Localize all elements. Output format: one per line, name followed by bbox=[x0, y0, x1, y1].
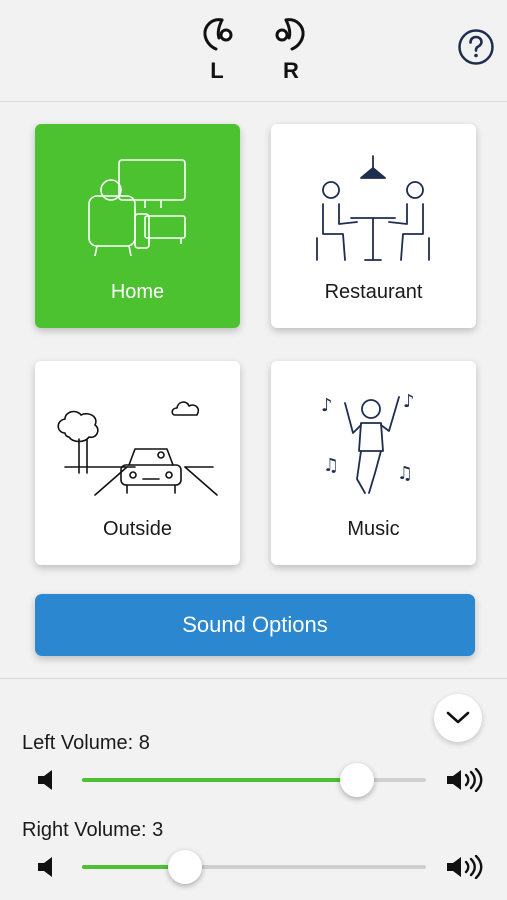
svg-text:♪: ♪ bbox=[321, 395, 333, 416]
collapse-volume-button[interactable] bbox=[434, 694, 482, 742]
svg-text:♫: ♫ bbox=[397, 463, 413, 484]
program-label-outside: Outside bbox=[103, 518, 172, 540]
svg-text:♪: ♪ bbox=[403, 391, 415, 412]
program-tile-music[interactable]: ♪ ♪ ♫ ♫ Music bbox=[271, 361, 476, 565]
program-tile-outside[interactable]: Outside bbox=[35, 361, 240, 565]
left-ear-label: L bbox=[210, 58, 224, 83]
left-ear-button[interactable]: L bbox=[195, 14, 239, 84]
divider bbox=[0, 678, 507, 679]
left-hearing-aid-icon bbox=[203, 18, 233, 51]
home-tv-sofa-icon bbox=[88, 159, 186, 257]
help-button[interactable] bbox=[457, 28, 495, 66]
volume-max-icon[interactable] bbox=[445, 768, 485, 792]
car-road-icon bbox=[57, 401, 218, 496]
svg-text:♫: ♫ bbox=[323, 455, 339, 476]
volume-mute-icon[interactable] bbox=[36, 855, 58, 879]
program-label-music: Music bbox=[347, 518, 400, 540]
program-tile-restaurant[interactable]: Restaurant bbox=[271, 124, 476, 328]
volume-max-icon[interactable] bbox=[445, 855, 485, 879]
music-notes: ♪ ♪ ♫ ♫ bbox=[321, 391, 415, 484]
right-volume-thumb[interactable] bbox=[168, 850, 203, 884]
sound-options-button[interactable]: Sound Options bbox=[35, 594, 475, 656]
right-hearing-aid-icon bbox=[275, 18, 305, 51]
left-volume-slider[interactable] bbox=[82, 763, 426, 797]
right-volume-row bbox=[0, 847, 507, 887]
left-volume-row bbox=[0, 760, 507, 800]
right-volume-slider[interactable] bbox=[82, 850, 426, 884]
left-volume-label: Left Volume: 8 bbox=[22, 732, 150, 754]
help-circle-icon bbox=[458, 29, 494, 65]
left-volume-thumb[interactable] bbox=[340, 763, 375, 797]
right-ear-button[interactable]: R bbox=[269, 14, 313, 84]
program-label-home: Home bbox=[110, 281, 165, 303]
chevron-down-icon bbox=[446, 711, 470, 724]
right-ear-label: R bbox=[283, 58, 299, 83]
right-volume-label: Right Volume: 3 bbox=[22, 819, 164, 841]
top-bar: L R bbox=[0, 0, 507, 102]
program-tile-home[interactable]: Home bbox=[35, 124, 240, 328]
restaurant-table-icon bbox=[316, 155, 430, 261]
volume-mute-icon[interactable] bbox=[36, 768, 58, 792]
program-label-restaurant: Restaurant bbox=[324, 281, 423, 303]
left-volume-fill bbox=[82, 778, 358, 782]
dancing-person-icon: ♪ ♪ ♫ ♫ bbox=[321, 391, 415, 494]
